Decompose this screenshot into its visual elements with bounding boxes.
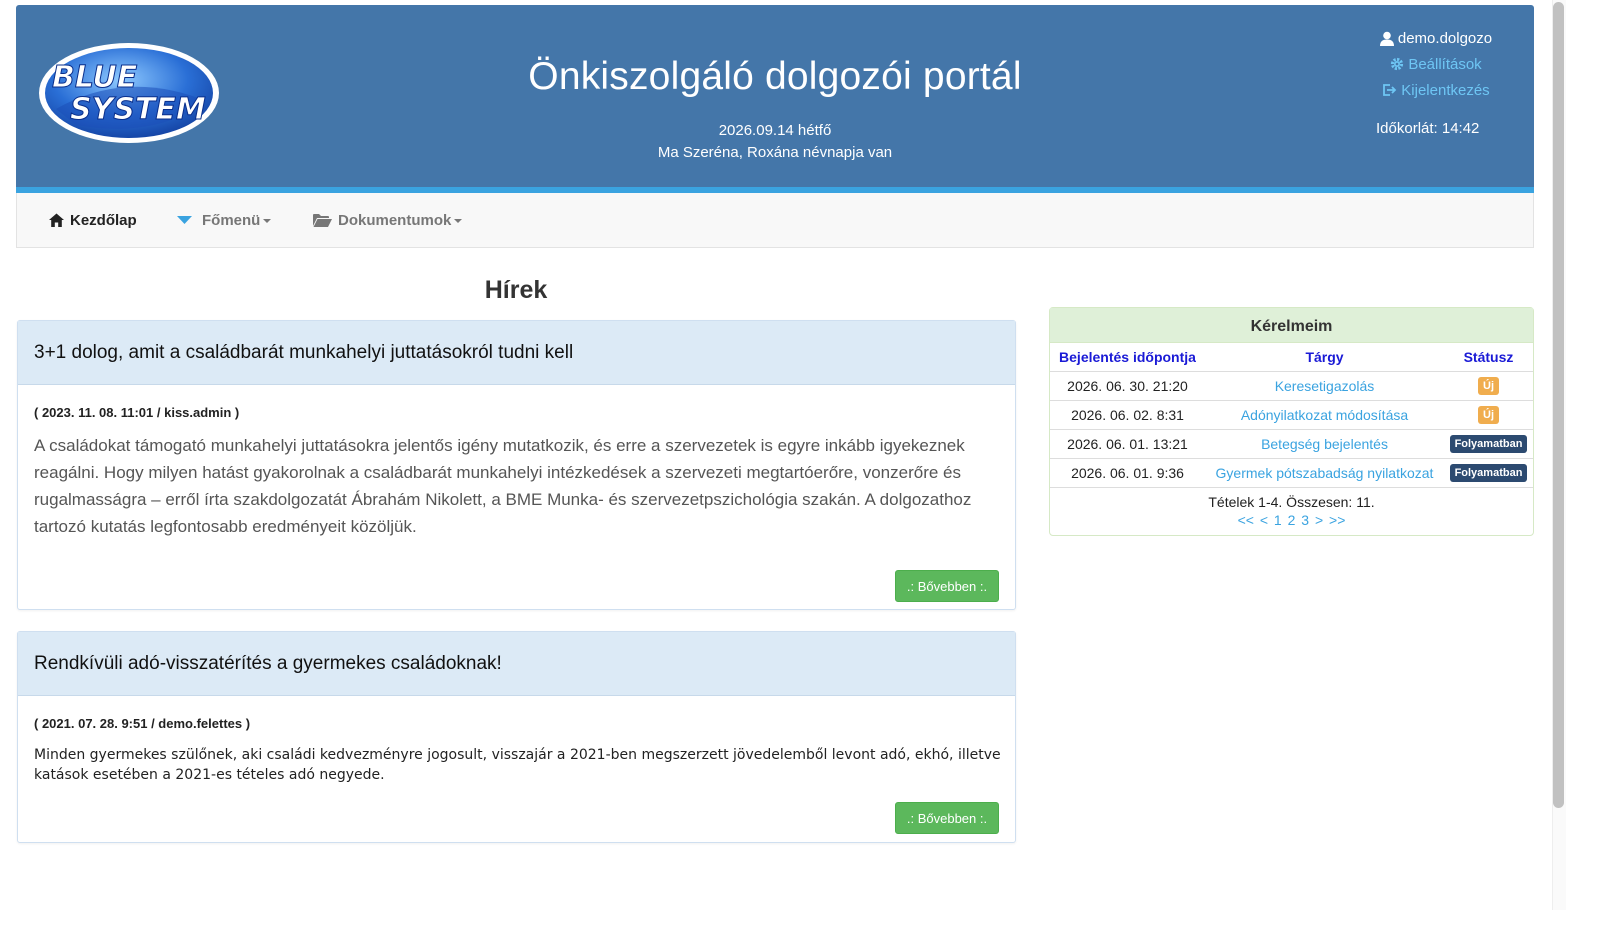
pager-first[interactable]: << <box>1238 512 1254 528</box>
requests-table: Bejelentés időpontja Tárgy Státusz 2026.… <box>1050 343 1533 487</box>
pager-prev[interactable]: < <box>1260 512 1268 528</box>
column-header-status[interactable]: Státusz <box>1444 343 1533 371</box>
request-date: 2026. 06. 01. 13:21 <box>1050 428 1205 458</box>
pager-page-3[interactable]: 3 <box>1301 512 1309 528</box>
status-badge: Új <box>1478 377 1499 395</box>
pagination: << < 1 2 3 > >> <box>1050 512 1533 528</box>
table-row: 2026. 06. 30. 21:20 Keresetigazolás Új <box>1050 370 1533 400</box>
settings-link[interactable]: Beállítások <box>1341 51 1531 77</box>
table-row: 2026. 06. 02. 8:31 Adónyilatkozat módosí… <box>1050 399 1533 429</box>
news-card-header: Rendkívüli adó-visszatérítés a gyermekes… <box>18 632 1015 696</box>
user-profile-link[interactable]: demo.dolgozo <box>1341 25 1531 51</box>
logout-icon <box>1383 84 1397 96</box>
request-status-cell: Új <box>1444 370 1533 400</box>
status-badge: Folyamatban <box>1449 464 1528 483</box>
pager-page-2[interactable]: 2 <box>1288 512 1296 528</box>
table-row: 2026. 06. 01. 9:36 Gyermek pótszabadság … <box>1050 457 1533 487</box>
scrollbar-thumb[interactable] <box>1553 2 1564 808</box>
requests-footer: Tételek 1-4. Összesen: 11. << < 1 2 3 > … <box>1050 487 1533 528</box>
request-subject-link[interactable]: Keresetigazolás <box>1205 370 1444 400</box>
news-heading: Hírek <box>484 276 548 304</box>
pager-next[interactable]: > <box>1315 512 1323 528</box>
gear-icon <box>1391 57 1404 71</box>
news-title[interactable]: 3+1 dolog, amit a családbarát munkahelyi… <box>34 342 573 364</box>
current-date: 2026.09.14 hétfő <box>718 122 832 139</box>
session-timeout: Időkorlát: 14:42 <box>1376 120 1480 137</box>
request-subject-link[interactable]: Gyermek pótszabadság nyilatkozat <box>1205 457 1444 487</box>
news-card-header: 3+1 dolog, amit a családbarát munkahelyi… <box>18 321 1015 385</box>
news-meta: ( 2021. 07. 28. 9:51 / demo.felettes ) <box>34 716 251 731</box>
request-date: 2026. 06. 30. 21:20 <box>1050 370 1205 400</box>
nav-documents-label: Dokumentumok <box>338 211 452 229</box>
nav-documents[interactable]: Dokumentumok <box>313 193 463 247</box>
nav-home[interactable]: Kezdőlap <box>49 193 137 247</box>
requests-summary: Tételek 1-4. Összesen: 11. <box>1208 494 1375 510</box>
pager-last[interactable]: >> <box>1329 512 1345 528</box>
status-badge: Új <box>1478 406 1499 424</box>
nav-main-menu-label: Főmenü <box>202 211 261 229</box>
request-date: 2026. 06. 02. 8:31 <box>1050 399 1205 429</box>
nav-home-label: Kezdőlap <box>70 211 137 229</box>
request-subject-link[interactable]: Betegség bejelentés <box>1205 428 1444 458</box>
folder-open-icon <box>313 214 332 227</box>
news-meta: ( 2023. 11. 08. 11:01 / kiss.admin ) <box>34 405 240 420</box>
read-more-button[interactable]: .: Bővebben :. <box>895 802 999 834</box>
nameday-text: Ma Szeréna, Roxána névnapja van <box>657 144 893 161</box>
chevron-down-icon <box>263 219 272 223</box>
request-status-cell: Folyamatban <box>1444 457 1533 487</box>
username-label: demo.dolgozo <box>1397 29 1493 47</box>
column-header-subject[interactable]: Tárgy <box>1205 343 1444 371</box>
page-title: Önkiszolgáló dolgozói portál <box>528 55 1022 98</box>
triangle-down-icon <box>177 216 192 224</box>
news-title[interactable]: Rendkívüli adó-visszatérítés a gyermekes… <box>34 653 502 675</box>
requests-title: Kérelmeim <box>1050 308 1533 343</box>
news-body: A családokat támogató munkahelyi juttatá… <box>34 436 972 536</box>
logout-link[interactable]: Kijelentkezés <box>1341 77 1531 103</box>
request-status-cell: Folyamatban <box>1444 428 1533 458</box>
request-date: 2026. 06. 01. 9:36 <box>1050 457 1205 487</box>
chevron-down-icon <box>454 219 463 223</box>
table-header-row: Bejelentés időpontja Tárgy Státusz <box>1050 343 1533 371</box>
news-body: Minden gyermekes szülőnek, aki családi k… <box>34 747 1001 783</box>
read-more-button[interactable]: .: Bővebben :. <box>895 570 999 602</box>
home-icon <box>49 213 64 227</box>
requests-panel: Kérelmeim Bejelentés időpontja Tárgy Stá… <box>1049 307 1534 536</box>
settings-label: Beállítások <box>1408 55 1482 73</box>
status-badge: Folyamatban <box>1449 435 1528 453</box>
user-menu: demo.dolgozo Beállítások Kijelentkezés <box>1341 25 1531 103</box>
request-status-cell: Új <box>1444 399 1533 429</box>
logout-label: Kijelentkezés <box>1401 81 1490 99</box>
news-card: Rendkívüli adó-visszatérítés a gyermekes… <box>17 631 1016 843</box>
news-card: 3+1 dolog, amit a családbarát munkahelyi… <box>17 320 1016 610</box>
user-icon <box>1379 31 1394 46</box>
main-navbar: Kezdőlap Főmenü Dokumentumok <box>16 193 1534 248</box>
nav-main-menu[interactable]: Főmenü <box>177 193 272 247</box>
table-row: 2026. 06. 01. 13:21 Betegség bejelentés … <box>1050 428 1533 458</box>
column-header-date[interactable]: Bejelentés időpontja <box>1050 343 1205 371</box>
request-subject-link[interactable]: Adónyilatkozat módosítása <box>1205 399 1444 429</box>
pager-page-1[interactable]: 1 <box>1274 512 1282 528</box>
portal-header: BLUE SYSTEM Önkiszolgáló dolgozói portál… <box>16 5 1534 193</box>
